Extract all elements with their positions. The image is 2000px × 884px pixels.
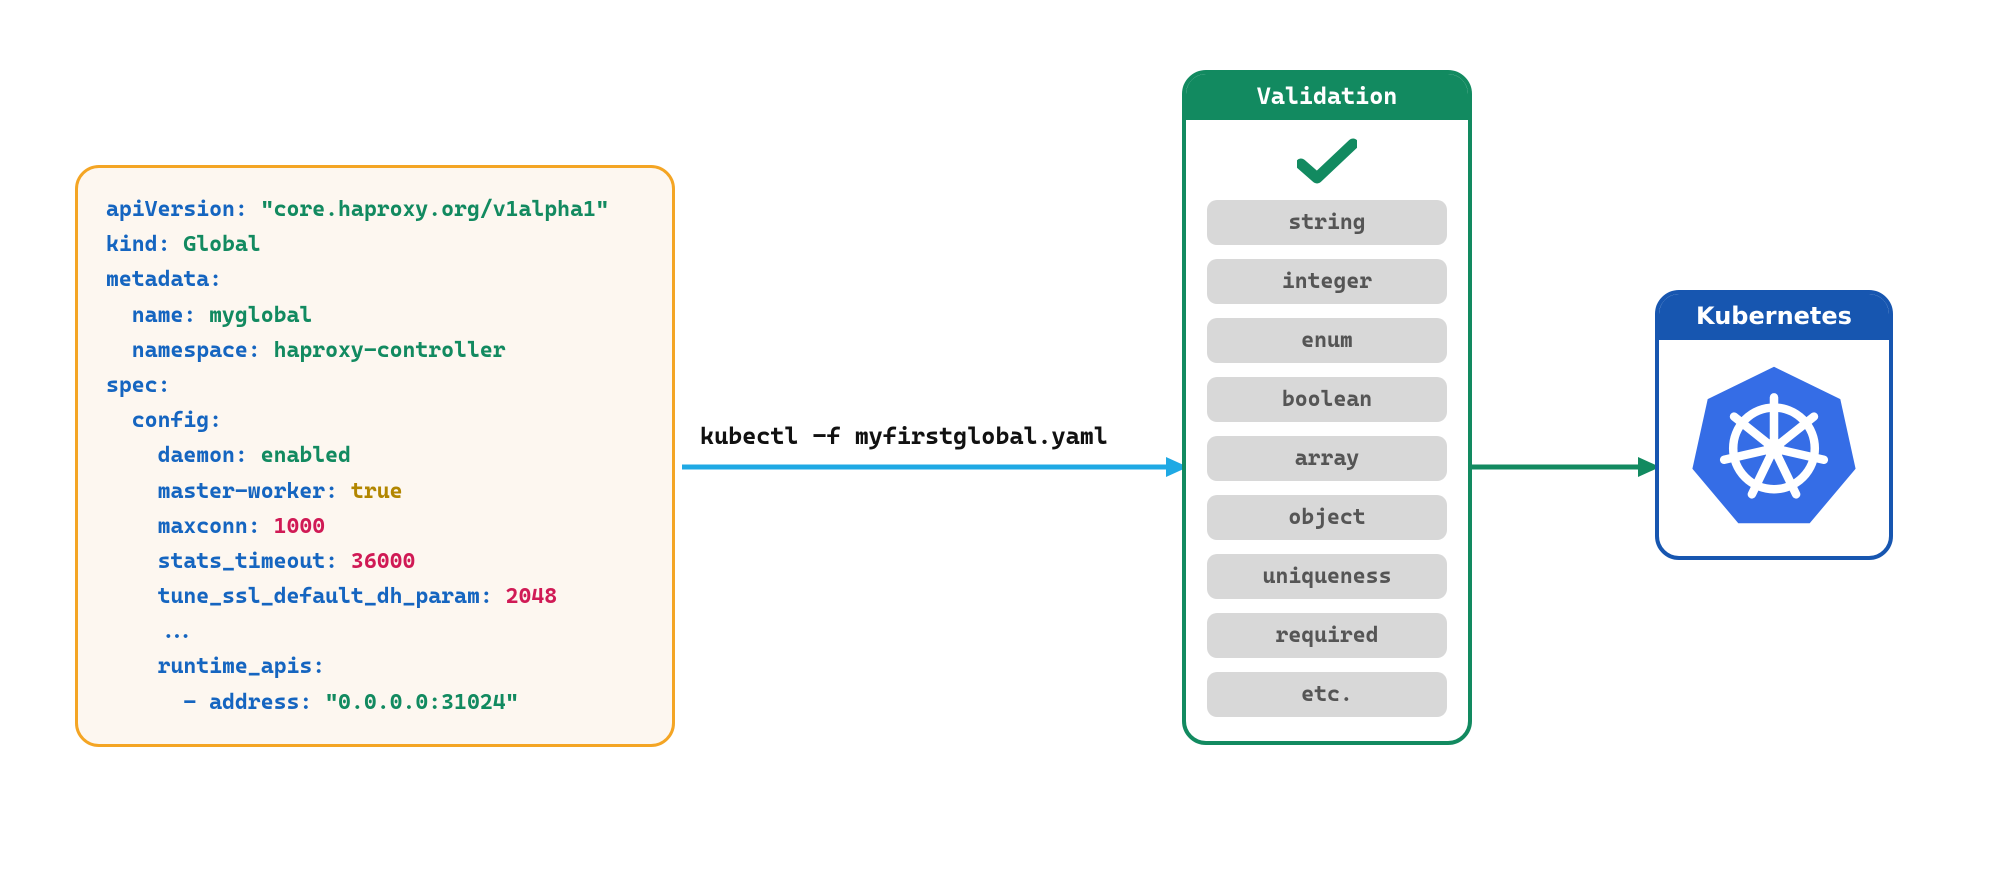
yaml-dash: - <box>183 690 209 715</box>
yaml-key: apiVersion: <box>106 197 248 222</box>
yaml-key: address: <box>209 690 312 715</box>
yaml-number: 1000 <box>274 514 326 539</box>
yaml-key: tune_ssl_default_dh_param: <box>158 584 493 609</box>
yaml-number: 2048 <box>506 584 558 609</box>
yaml-key: namespace: <box>132 338 261 363</box>
validation-pill: array <box>1207 436 1447 481</box>
yaml-string: "core.haproxy.org/v1alpha1" <box>261 197 609 222</box>
yaml-key: runtime_apis: <box>158 654 326 679</box>
yaml-string: "0.0.0.0:31024" <box>325 690 518 715</box>
validation-pill: integer <box>1207 259 1447 304</box>
validation-pill: enum <box>1207 318 1447 363</box>
validation-pill: string <box>1207 200 1447 245</box>
kubectl-command: kubectl -f myfirstglobal.yaml <box>700 422 1108 450</box>
yaml-key: daemon: <box>158 443 248 468</box>
validation-pill: uniqueness <box>1207 554 1447 599</box>
yaml-key: master-worker: <box>158 479 338 504</box>
kubernetes-title: Kubernetes <box>1659 294 1889 340</box>
yaml-value: enabled <box>261 443 351 468</box>
check-icon <box>1297 138 1357 186</box>
yaml-key: name: <box>132 303 196 328</box>
yaml-key: metadata: <box>106 267 222 292</box>
yaml-key: maxconn: <box>158 514 261 539</box>
validation-pill: etc. <box>1207 672 1447 717</box>
yaml-config-card: apiVersion: "core.haproxy.org/v1alpha1" … <box>75 165 675 747</box>
yaml-key: spec: <box>106 373 170 398</box>
yaml-number: 36000 <box>351 549 415 574</box>
yaml-value: haproxy-controller <box>274 338 506 363</box>
kubernetes-logo-icon <box>1689 360 1859 530</box>
validation-pill: boolean <box>1207 377 1447 422</box>
validation-card: Validation string integer enum boolean a… <box>1182 70 1472 745</box>
validation-pill: object <box>1207 495 1447 540</box>
yaml-bool: true <box>351 479 403 504</box>
yaml-key: kind: <box>106 232 170 257</box>
yaml-ellipsis: ... <box>158 619 197 644</box>
arrow-yaml-to-validation <box>680 452 1188 482</box>
arrow-validation-to-k8s <box>1470 452 1660 482</box>
kubernetes-card: Kubernetes <box>1655 290 1893 560</box>
validation-title: Validation <box>1186 74 1468 120</box>
yaml-value: Global <box>183 232 260 257</box>
yaml-key: config: <box>132 408 222 433</box>
yaml-value: myglobal <box>209 303 312 328</box>
validation-pill: required <box>1207 613 1447 658</box>
diagram-canvas: apiVersion: "core.haproxy.org/v1alpha1" … <box>0 0 2000 884</box>
yaml-key: stats_timeout: <box>158 549 338 574</box>
